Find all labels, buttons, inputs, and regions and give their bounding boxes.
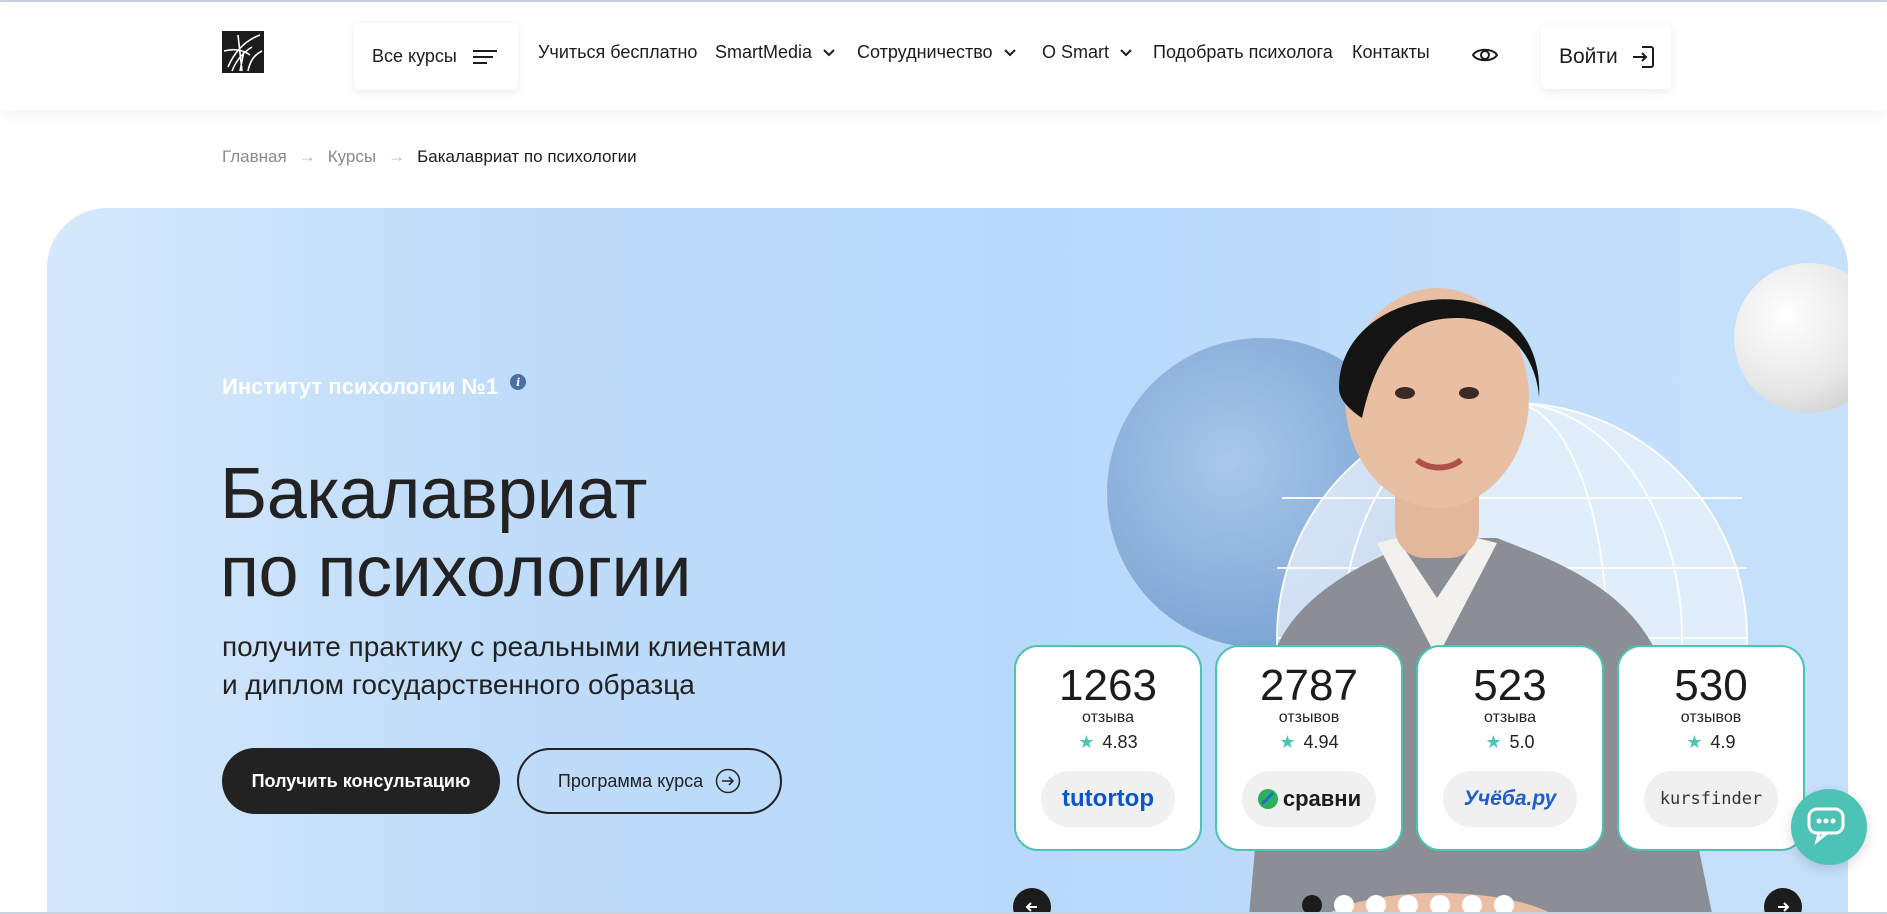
nav-learn-free[interactable]: Учиться бесплатно — [538, 42, 697, 63]
review-count: 1263 — [1059, 661, 1157, 710]
nav-label: О Smart — [1042, 42, 1110, 62]
rating-value: 4.83 — [1102, 732, 1138, 752]
star-icon: ★ — [1686, 732, 1703, 752]
star-icon: ★ — [1279, 732, 1296, 752]
review-count: 2787 — [1260, 661, 1358, 710]
nav-smartmedia[interactable]: SmartMedia — [715, 42, 836, 63]
review-rating: ★ 4.83 — [1016, 732, 1200, 753]
review-card-sravni[interactable]: 2787 отзывов ★ 4.94 сравни — [1215, 645, 1403, 851]
review-rating: ★ 4.94 — [1217, 732, 1401, 753]
platform-logo: сравни — [1242, 771, 1376, 827]
review-card-tutortop[interactable]: 1263 отзыва ★ 4.83 tutortop — [1014, 645, 1202, 851]
chevron-down-icon — [1120, 48, 1132, 56]
breadcrumb-separator: → — [388, 147, 406, 166]
platform-name: Учёба.ру — [1463, 787, 1557, 810]
course-program-label: Программа курса — [557, 770, 704, 791]
all-courses-label: Все курсы — [372, 46, 457, 66]
menu-icon — [472, 49, 497, 64]
review-count: 530 — [1674, 661, 1748, 710]
nav-label: Контакты — [1352, 42, 1430, 62]
nav-label: SmartMedia — [715, 42, 813, 62]
subtitle-line-2: и диплом государственного образца — [222, 669, 695, 700]
platform-name: сравни — [1282, 786, 1362, 811]
review-card-ucheba[interactable]: 523 отзыва ★ 5.0 Учёба.ру — [1416, 645, 1604, 851]
rating-value: 4.9 — [1710, 732, 1736, 752]
logo[interactable] — [222, 31, 264, 73]
breadcrumb-home[interactable]: Главная — [222, 147, 287, 167]
eye-icon[interactable] — [1472, 45, 1498, 65]
breadcrumb: Главная → Курсы → Бакалавриат по психоло… — [222, 147, 637, 167]
subtitle-line-1: получите практику с реальными клиентами — [222, 631, 787, 662]
breadcrumb-current: Бакалавриат по психологии — [417, 147, 637, 166]
chat-icon — [1807, 807, 1845, 845]
nav-label: Сотрудничество — [857, 42, 993, 62]
platform-name: tutortop — [1062, 785, 1154, 812]
carousel-next-button[interactable] — [1764, 888, 1802, 914]
login-icon — [1632, 46, 1654, 68]
review-card-kursfinder[interactable]: 530 отзывов ★ 4.9 kursfinder — [1617, 645, 1805, 851]
review-label: отзыва — [1082, 709, 1134, 726]
login-label: Войти — [1559, 45, 1618, 68]
title-line-2: по психологии — [220, 532, 691, 612]
get-consultation-label: Получить консультацию — [251, 770, 471, 791]
review-label: отзывов — [1680, 709, 1742, 726]
breadcrumb-courses[interactable]: Курсы — [328, 147, 376, 167]
nav-find-psychologist[interactable]: Подобрать психолога — [1153, 42, 1333, 63]
course-program-button[interactable]: Программа курса — [517, 748, 782, 814]
hero-banner: Институт психологии №1 i Бакалавриат по … — [47, 208, 1848, 914]
review-label: отзывов — [1278, 709, 1340, 726]
chat-button[interactable] — [1791, 789, 1867, 865]
login-button[interactable]: Войти — [1541, 25, 1671, 89]
nav-contacts[interactable]: Контакты — [1352, 42, 1430, 63]
review-count: 523 — [1473, 661, 1547, 710]
breadcrumb-separator: → — [298, 147, 316, 166]
platform-logo: tutortop — [1041, 771, 1175, 827]
title-line-1: Бакалавриат — [220, 454, 647, 534]
nav-cooperation[interactable]: Сотрудничество — [857, 42, 1017, 63]
star-icon: ★ — [1078, 732, 1095, 752]
rating-value: 4.94 — [1303, 732, 1339, 752]
site-header: Все курсы Учиться бесплатно SmartMedia С… — [0, 2, 1887, 110]
nav-about[interactable]: О Smart — [1042, 42, 1133, 63]
chevron-down-icon — [823, 48, 835, 56]
carousel-prev-button[interactable] — [1013, 888, 1051, 914]
nav-label: Учиться бесплатно — [538, 42, 698, 62]
review-rating: ★ 4.9 — [1619, 732, 1803, 753]
page-title: Бакалавриат по психологии — [220, 455, 691, 611]
hero-subtitle: получите практику с реальными клиентами … — [222, 628, 786, 704]
review-cards: 1263 отзыва ★ 4.83 tutortop 2787 отзывов … — [1014, 645, 1805, 851]
platform-logo: kursfinder — [1644, 771, 1778, 827]
sravni-leaf-icon — [1257, 789, 1278, 809]
nav-label: Подобрать психолога — [1153, 42, 1333, 62]
review-label: отзыва — [1484, 709, 1536, 726]
rating-value: 5.0 — [1509, 732, 1535, 752]
chevron-down-icon — [1003, 48, 1016, 56]
arrow-right-circle-icon — [715, 768, 741, 794]
all-courses-button[interactable]: Все курсы — [354, 23, 518, 90]
get-consultation-button[interactable]: Получить консультацию — [222, 748, 500, 814]
platform-name: kursfinder — [1659, 789, 1763, 809]
hero-badge: Институт психологии №1 i — [222, 374, 527, 400]
platform-logo: Учёба.ру — [1443, 771, 1577, 827]
star-icon: ★ — [1485, 732, 1502, 752]
hero-badge-text: Институт психологии №1 — [222, 374, 499, 399]
info-icon[interactable]: i — [510, 374, 527, 390]
review-rating: ★ 5.0 — [1418, 732, 1602, 753]
